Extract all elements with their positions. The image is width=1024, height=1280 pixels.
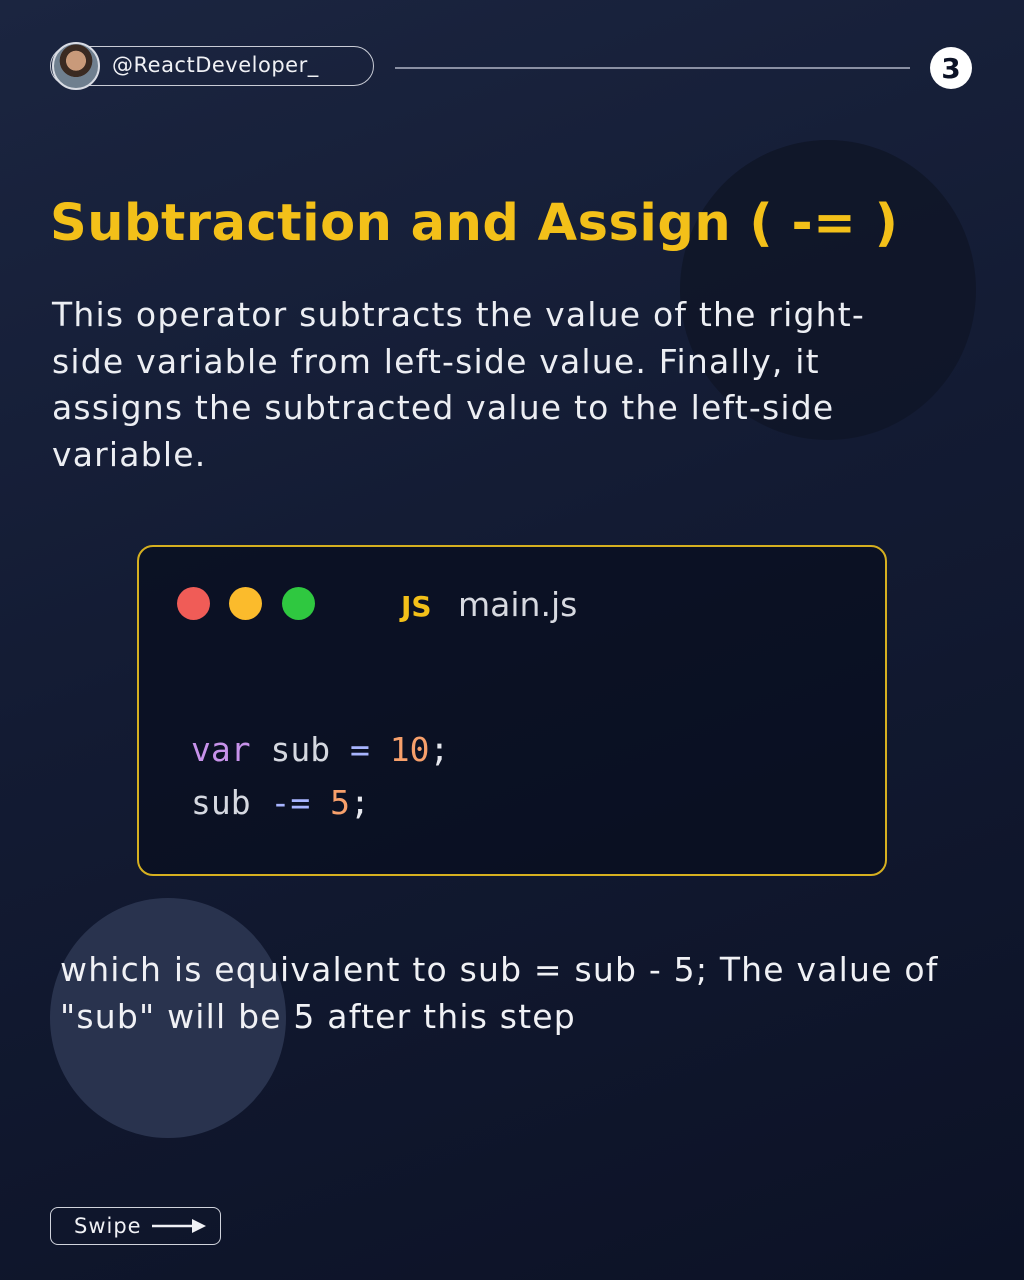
code-token-num: 10 <box>389 730 430 769</box>
swipe-label: Swipe <box>74 1214 142 1238</box>
page-title: Subtraction and Assign ( -= ) <box>50 194 899 253</box>
footer-note: which is equivalent to sub = sub - 5; Th… <box>60 950 939 1036</box>
window-minimize-dot <box>229 587 262 620</box>
js-language-icon: JS <box>401 590 432 623</box>
window-close-dot <box>177 587 210 620</box>
description-text: This operator subtracts the value of the… <box>52 295 865 474</box>
page-number-badge: 3 <box>930 47 972 89</box>
code-token-num: 5 <box>330 783 350 822</box>
window-maximize-dot <box>282 587 315 620</box>
code-token-op: = <box>349 730 370 769</box>
code-token-punct: ; <box>429 730 450 769</box>
code-token-punct: ; <box>349 783 370 822</box>
arrow-right-icon <box>151 1219 206 1233</box>
code-line: var sub = 10; <box>191 723 449 776</box>
code-token-op: -= <box>270 783 311 822</box>
avatar <box>52 42 100 90</box>
header-divider <box>395 67 910 69</box>
code-token-kw: var <box>191 730 251 769</box>
author-handle: @ReactDeveloper_ <box>112 53 319 77</box>
code-block: var sub = 10; sub -= 5; <box>191 723 449 829</box>
code-window: JS main.js var sub = 10; sub -= 5; <box>137 545 887 876</box>
code-line: sub -= 5; <box>191 776 449 829</box>
code-token-id: sub <box>191 783 251 822</box>
code-token-id: sub <box>270 730 331 769</box>
code-filename: main.js <box>458 585 578 624</box>
swipe-button[interactable]: Swipe <box>50 1207 221 1245</box>
